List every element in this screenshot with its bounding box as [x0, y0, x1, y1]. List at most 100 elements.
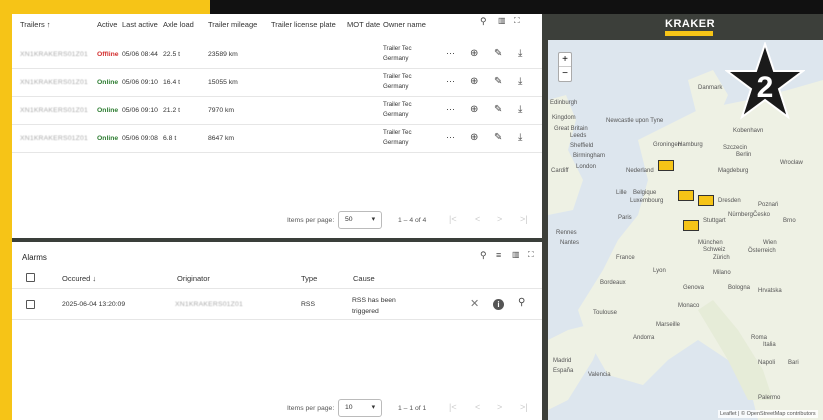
map-place-label: Hrvatska [758, 288, 782, 294]
trailer-mileage: 8647 km [208, 135, 235, 142]
info-icon[interactable]: i [493, 299, 504, 310]
zoom-out-button[interactable]: − [559, 67, 571, 81]
locate-icon[interactable]: ⊕ [470, 77, 478, 87]
trailer-row[interactable]: XN1KRAKERS01Z01 Online 05/06 09:08 6.8 t 864… [12, 125, 542, 153]
step-badge-star: 2 [725, 42, 805, 120]
zoom-control: + − [558, 52, 572, 82]
prev-page-icon[interactable]: < [475, 403, 480, 412]
map-place-label: Nederland [626, 168, 654, 174]
kraker-logo: KRAKER [665, 18, 715, 38]
map-place-label: Kobenhavn [733, 128, 764, 134]
search-icon[interactable]: ⚲ [480, 17, 487, 26]
dropdown-arrow-icon: ▾ [371, 216, 375, 223]
alarms-columns-icon[interactable]: ▥ [512, 251, 520, 259]
edit-icon[interactable]: ✎ [494, 49, 502, 59]
trailer-marker[interactable] [658, 160, 674, 171]
map-place-label: Bologna [728, 285, 751, 291]
fullscreen-icon[interactable]: ⛶ [514, 17, 520, 25]
map-place-label: Newcastle upon Tyne [606, 118, 664, 124]
map-place-label: Cardiff [551, 168, 569, 174]
download-icon[interactable]: ⤓ [518, 105, 522, 115]
edit-icon[interactable]: ✎ [494, 133, 502, 143]
col-trailers[interactable]: Trailers ↑ [20, 20, 51, 29]
row-checkbox[interactable] [26, 300, 35, 309]
trailer-marker[interactable] [678, 190, 694, 201]
map-place-label: Sheffield [570, 143, 594, 149]
map-place-label: Roma [751, 335, 768, 341]
col-occured[interactable]: Occured ↓ [62, 274, 96, 283]
more-icon[interactable]: ⋯ [446, 133, 455, 142]
trailer-mileage: 23589 km [208, 51, 238, 58]
trailer-last-active: 05/06 09:10 [122, 107, 158, 114]
alarms-fullscreen-icon[interactable]: ⛶ [528, 251, 534, 259]
last-page-icon[interactable]: >| [520, 403, 528, 412]
next-page-icon[interactable]: > [497, 403, 502, 412]
first-page-icon[interactable]: |< [449, 215, 457, 224]
map-place-label: Napoli [758, 360, 776, 366]
edit-icon[interactable]: ✎ [494, 77, 502, 87]
map-place-label: Česko [753, 212, 771, 218]
map-attribution: Leaflet | © OpenStreetMap contributors [718, 410, 818, 418]
col-owner-name[interactable]: Owner name [383, 20, 426, 29]
alarm-cause: RSS has been triggered [352, 297, 396, 315]
map-place-label: Poznań [758, 202, 779, 208]
map-place-label: Wrocław [780, 160, 803, 166]
trailer-marker[interactable] [698, 195, 714, 206]
download-icon[interactable]: ⤓ [518, 133, 522, 143]
alarm-row[interactable]: 2025-06-04 13:20:09 XN1KRAKERS01Z01 RSS … [12, 290, 542, 320]
alarms-search-icon[interactable]: ⚲ [480, 251, 487, 260]
map-place-label: London [576, 164, 597, 170]
map-place-label: Hamburg [678, 142, 703, 148]
more-icon[interactable]: ⋯ [446, 77, 455, 86]
map-place-label: Luxembourg [630, 198, 664, 204]
col-type[interactable]: Type [301, 274, 317, 283]
trailer-id: XN1KRAKERS01Z01 [20, 107, 88, 114]
more-icon[interactable]: ⋯ [446, 105, 455, 114]
col-mileage[interactable]: Trailer mileage [208, 20, 257, 29]
alarm-type: RSS [301, 301, 315, 308]
trailer-axle-load: 16.4 t [163, 79, 181, 86]
trailer-last-active: 05/06 08:44 [122, 51, 158, 58]
col-cause[interactable]: Cause [353, 274, 375, 283]
map-place-label: Rennes [556, 230, 577, 236]
items-per-page-select[interactable]: 50 ▾ [338, 211, 382, 229]
col-last-active[interactable]: Last active [122, 20, 158, 29]
filter-icon[interactable]: ≡ [496, 251, 501, 260]
map-place-label: Magdeburg [718, 168, 749, 174]
locate-icon[interactable]: ⊕ [470, 105, 478, 115]
last-page-icon[interactable]: >| [520, 215, 528, 224]
map-place-label: Schweiz [703, 247, 726, 253]
locate-icon[interactable]: ⊕ [470, 49, 478, 59]
map-place-label: Andorra [633, 335, 655, 341]
col-mot-date[interactable]: MOT date [347, 20, 380, 29]
col-axle-load[interactable]: Axle load [163, 20, 194, 29]
map-place-label: Danmark [698, 85, 723, 91]
next-page-icon[interactable]: > [497, 215, 502, 224]
map-place-label: Szczecin [723, 145, 748, 151]
more-icon[interactable]: ⋯ [446, 49, 455, 58]
download-icon[interactable]: ⤓ [518, 77, 522, 87]
select-all-checkbox[interactable] [26, 273, 35, 282]
trailer-row[interactable]: XN1KRAKERS01Z01 Offline 05/06 08:44 22.5 t 2… [12, 41, 542, 69]
header-rule [12, 288, 542, 289]
trailer-row[interactable]: XN1KRAKERS01Z01 Online 05/06 09:10 16.4 t 15… [12, 69, 542, 97]
alarm-originator: XN1KRAKERS01Z01 [175, 301, 243, 308]
col-active[interactable]: Active [97, 20, 117, 29]
prev-page-icon[interactable]: < [475, 215, 480, 224]
trailer-marker[interactable] [683, 220, 699, 231]
alarms-items-per-page-select[interactable]: 10 ▾ [338, 399, 382, 417]
zoom-in-button[interactable]: + [559, 53, 571, 67]
step-badge-number: 2 [757, 71, 774, 104]
close-icon[interactable]: ✕ [470, 299, 479, 310]
map-place-label: Stuttgart [703, 218, 726, 224]
edit-icon[interactable]: ✎ [494, 105, 502, 115]
location-pin-icon[interactable]: ⚲ [518, 298, 525, 308]
locate-icon[interactable]: ⊕ [470, 133, 478, 143]
first-page-icon[interactable]: |< [449, 403, 457, 412]
download-icon[interactable]: ⤓ [518, 49, 522, 59]
trailer-row[interactable]: XN1KRAKERS01Z01 Online 05/06 09:10 21.2 t 79… [12, 97, 542, 125]
columns-icon[interactable]: ▥ [498, 17, 506, 25]
col-license-plate[interactable]: Trailer license plate [271, 20, 336, 29]
map-place-label: Milano [713, 270, 731, 276]
col-originator[interactable]: Originator [177, 274, 210, 283]
